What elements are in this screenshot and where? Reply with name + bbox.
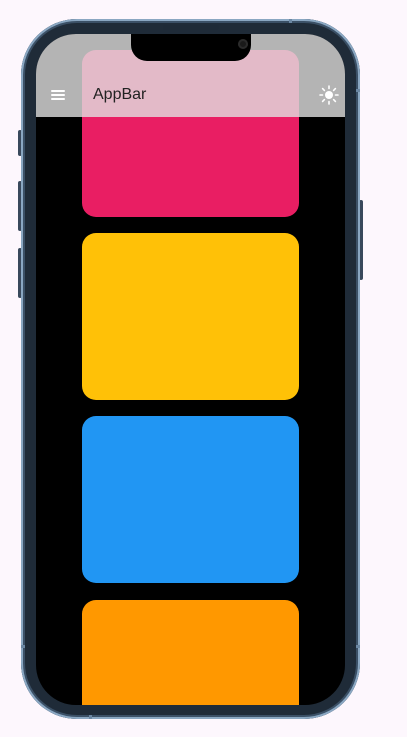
page-title: AppBar xyxy=(93,86,147,103)
sun-icon[interactable] xyxy=(319,85,339,105)
earpiece-speaker xyxy=(163,25,219,30)
antenna-line xyxy=(356,89,360,92)
antenna-line xyxy=(289,19,292,23)
phone-screen: AppBar xyxy=(36,34,345,705)
menu-icon[interactable] xyxy=(51,90,65,100)
antenna-line xyxy=(89,715,92,719)
camera-notch xyxy=(131,34,251,61)
orange-card[interactable] xyxy=(82,600,299,705)
amber-card[interactable] xyxy=(82,233,299,400)
antenna-line xyxy=(21,645,25,648)
blue-card[interactable] xyxy=(82,416,299,583)
antenna-line xyxy=(356,645,360,648)
front-camera xyxy=(238,39,248,49)
